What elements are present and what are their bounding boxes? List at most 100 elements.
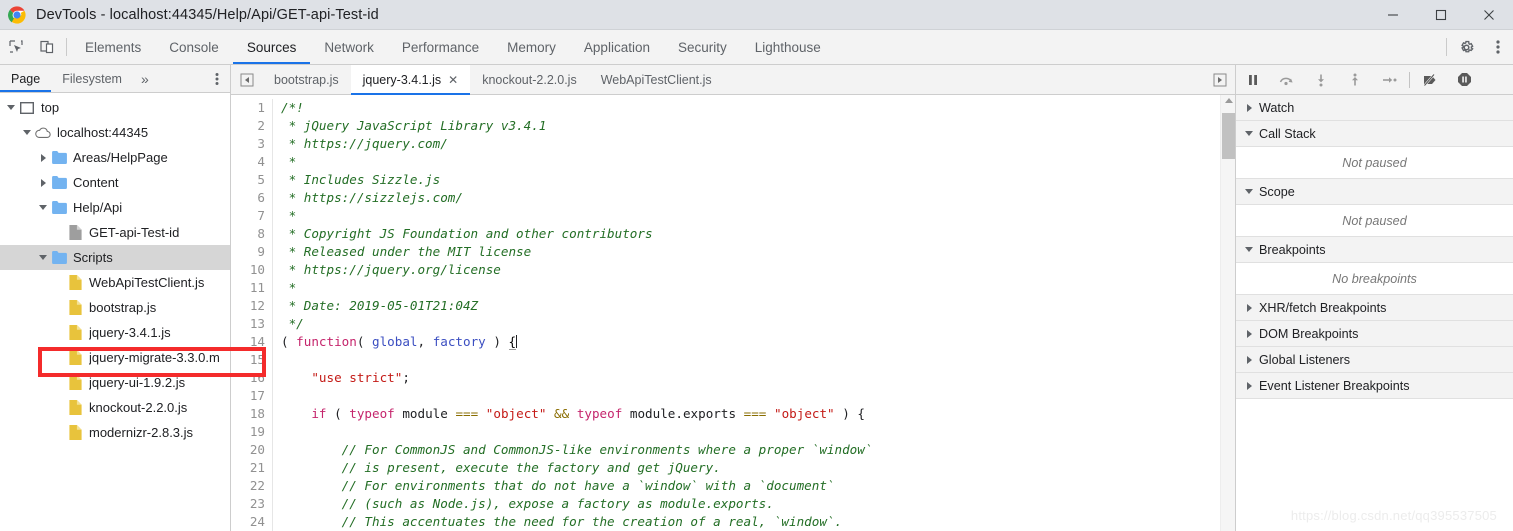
code-text[interactable]: * Released under the MIT license — [273, 243, 532, 261]
tree-item-content[interactable]: Content — [0, 170, 230, 195]
code-text[interactable]: // For environments that do not have a `… — [273, 477, 835, 495]
code-text[interactable]: if ( typeof module === "object" && typeo… — [273, 405, 865, 423]
tree-item-get-api-test-id[interactable]: GET-api-Test-id — [0, 220, 230, 245]
tab-security[interactable]: Security — [664, 30, 741, 64]
line-number[interactable]: 8 — [231, 225, 273, 243]
code-text[interactable]: * https://jquery.com/ — [273, 135, 448, 153]
kebab-menu-icon[interactable] — [1482, 30, 1513, 64]
scrollbar-thumb[interactable] — [1222, 113, 1235, 159]
pause-script-icon[interactable] — [1236, 65, 1270, 95]
debugger-section-watch[interactable]: Watch — [1236, 95, 1513, 121]
chevron-down-icon[interactable] — [36, 255, 50, 260]
tree-item-localhost-44345[interactable]: localhost:44345 — [0, 120, 230, 145]
device-toolbar-icon[interactable] — [31, 30, 62, 64]
editor-tab-jquery[interactable]: jquery-3.4.1.js ✕ — [350, 65, 471, 95]
step-over-icon[interactable] — [1270, 65, 1304, 95]
code-viewer[interactable]: 1 /*! 2 * jQuery JavaScript Library v3.4.1… — [231, 95, 1235, 531]
editor-vertical-scrollbar[interactable] — [1220, 95, 1235, 531]
code-text[interactable] — [273, 351, 281, 369]
code-text[interactable]: * — [273, 153, 297, 171]
line-number[interactable]: 12 — [231, 297, 273, 315]
code-text[interactable]: * Copyright JS Foundation and other cont… — [273, 225, 653, 243]
navigator-kebab-menu-icon[interactable] — [204, 65, 230, 92]
pause-on-exceptions-icon[interactable] — [1447, 65, 1481, 95]
debugger-section-dom-breakpoints[interactable]: DOM Breakpoints — [1236, 321, 1513, 347]
code-text[interactable]: // (such as Node.js), expose a factory a… — [273, 495, 774, 513]
line-number[interactable]: 17 — [231, 387, 273, 405]
debugger-section-xhr-fetch-breakpoints[interactable]: XHR/fetch Breakpoints — [1236, 295, 1513, 321]
chevron-down-icon[interactable] — [36, 205, 50, 210]
line-number[interactable]: 20 — [231, 441, 273, 459]
chevron-down-icon[interactable] — [4, 105, 18, 110]
minimize-button[interactable] — [1369, 0, 1417, 30]
source-code[interactable]: 1 /*! 2 * jQuery JavaScript Library v3.4.1… — [231, 95, 1220, 531]
code-text[interactable]: * Date: 2019-05-01T21:04Z — [273, 297, 479, 315]
line-number[interactable]: 3 — [231, 135, 273, 153]
maximize-button[interactable] — [1417, 0, 1465, 30]
tree-item-areas-helppage[interactable]: Areas/HelpPage — [0, 145, 230, 170]
close-button[interactable] — [1465, 0, 1513, 30]
line-number[interactable]: 16 — [231, 369, 273, 387]
scroll-tabs-left-icon[interactable] — [231, 65, 262, 94]
debugger-section-global-listeners[interactable]: Global Listeners — [1236, 347, 1513, 373]
tree-item-jquery-ui-1-9-2-js[interactable]: jquery-ui-1.9.2.js — [0, 370, 230, 395]
line-number[interactable]: 15 — [231, 351, 273, 369]
tab-lighthouse[interactable]: Lighthouse — [741, 30, 835, 64]
step-icon[interactable] — [1372, 65, 1406, 95]
editor-tab-webapitestclient[interactable]: WebApiTestClient.js — [589, 65, 724, 94]
step-into-icon[interactable] — [1304, 65, 1338, 95]
nav-more-tabs-icon[interactable]: » — [133, 65, 157, 92]
line-number[interactable]: 13 — [231, 315, 273, 333]
line-number[interactable]: 1 — [231, 99, 273, 117]
line-number[interactable]: 5 — [231, 171, 273, 189]
code-text[interactable]: /*! — [273, 99, 304, 117]
tab-memory[interactable]: Memory — [493, 30, 570, 64]
line-number[interactable]: 19 — [231, 423, 273, 441]
close-icon[interactable]: ✕ — [448, 73, 458, 87]
debugger-section-breakpoints[interactable]: Breakpoints — [1236, 237, 1513, 263]
tab-elements[interactable]: Elements — [71, 30, 155, 64]
code-text[interactable]: * https://jquery.org/license — [273, 261, 501, 279]
editor-tab-knockout[interactable]: knockout-2.2.0.js — [470, 65, 589, 94]
tab-performance[interactable]: Performance — [388, 30, 493, 64]
tree-item-help-api[interactable]: Help/Api — [0, 195, 230, 220]
line-number[interactable]: 6 — [231, 189, 273, 207]
tree-item-webapitestclient-js[interactable]: WebApiTestClient.js — [0, 270, 230, 295]
debugger-section-event-listener-breakpoints[interactable]: Event Listener Breakpoints — [1236, 373, 1513, 399]
debugger-section-scope[interactable]: Scope — [1236, 179, 1513, 205]
debugger-section-call-stack[interactable]: Call Stack — [1236, 121, 1513, 147]
code-text[interactable]: * — [273, 207, 297, 225]
line-number[interactable]: 14 — [231, 333, 273, 351]
line-number[interactable]: 4 — [231, 153, 273, 171]
tree-item-jquery-3-4-1-js[interactable]: jquery-3.4.1.js — [0, 320, 230, 345]
scroll-tabs-right-icon[interactable] — [1204, 65, 1235, 94]
code-text[interactable]: * https://sizzlejs.com/ — [273, 189, 463, 207]
line-number[interactable]: 22 — [231, 477, 273, 495]
scroll-up-icon[interactable] — [1225, 98, 1233, 103]
nav-tab-filesystem[interactable]: Filesystem — [51, 65, 133, 92]
line-number[interactable]: 18 — [231, 405, 273, 423]
tree-item-knockout-2-2-0-js[interactable]: knockout-2.2.0.js — [0, 395, 230, 420]
line-number[interactable]: 9 — [231, 243, 273, 261]
line-number[interactable]: 10 — [231, 261, 273, 279]
code-text[interactable]: "use strict"; — [273, 369, 410, 387]
step-out-icon[interactable] — [1338, 65, 1372, 95]
tree-item-top[interactable]: top — [0, 95, 230, 120]
tree-item-bootstrap-js[interactable]: bootstrap.js — [0, 295, 230, 320]
line-number[interactable]: 2 — [231, 117, 273, 135]
tab-application[interactable]: Application — [570, 30, 664, 64]
inspect-element-icon[interactable] — [0, 30, 31, 64]
editor-tab-bootstrap[interactable]: bootstrap.js — [262, 65, 351, 94]
code-text[interactable]: ( function( global, factory ) { — [273, 333, 518, 351]
tab-console[interactable]: Console — [155, 30, 233, 64]
chevron-right-icon[interactable] — [36, 153, 50, 162]
tree-item-scripts[interactable]: Scripts — [0, 245, 230, 270]
code-text[interactable]: * Includes Sizzle.js — [273, 171, 441, 189]
line-number[interactable]: 23 — [231, 495, 273, 513]
line-number[interactable]: 7 — [231, 207, 273, 225]
gear-icon[interactable] — [1451, 30, 1482, 64]
code-text[interactable] — [273, 387, 281, 405]
tree-item-modernizr-2-8-3-js[interactable]: modernizr-2.8.3.js — [0, 420, 230, 445]
code-text[interactable]: // For CommonJS and CommonJS-like enviro… — [273, 441, 873, 459]
code-text[interactable]: // is present, execute the factory and g… — [273, 459, 721, 477]
